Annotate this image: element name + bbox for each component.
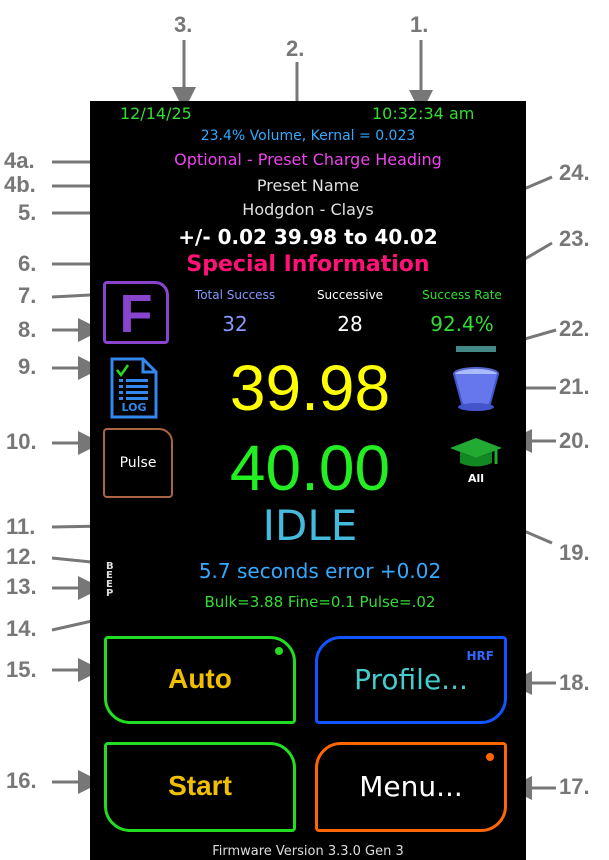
callout-1: 1. (410, 12, 429, 37)
callout-18: 18. (559, 670, 590, 695)
tolerance-range: +/- 0.02 39.98 to 40.02 (178, 225, 438, 249)
profile-button[interactable]: HRF Profile... (315, 636, 507, 724)
callout-22: 22. (559, 316, 590, 341)
callout-23: 23. (559, 226, 590, 251)
current-weight: 39.98 (229, 352, 391, 424)
callout-12: 12. (6, 544, 37, 569)
total-success-label: Total Success (194, 288, 276, 302)
special-information: Special Information (186, 252, 430, 277)
callout-17: 17. (559, 774, 590, 799)
callout-11: 11. (6, 514, 36, 539)
callout-8: 8. (18, 317, 37, 342)
callout-14: 14. (6, 616, 37, 641)
callout-20: 20. (559, 428, 590, 453)
menu-status-dot (486, 753, 494, 761)
state-display: IDLE (262, 501, 358, 550)
auto-button[interactable]: Auto (104, 636, 296, 724)
profile-tag: HRF (466, 649, 494, 663)
trickler-level-bar (456, 346, 496, 352)
filter-f-icon[interactable]: F (103, 281, 169, 344)
cup-icon[interactable] (448, 366, 504, 414)
target-weight: 40.00 (229, 432, 391, 504)
menu-button[interactable]: Menu... (315, 742, 507, 832)
pulse-label: Pulse (119, 455, 157, 471)
preset-name: Preset Name (256, 176, 360, 195)
callout-19: 19. (559, 540, 590, 565)
log-label: LOG (121, 401, 147, 414)
successive-label: Successive (316, 288, 384, 302)
timing-error: 5.7 seconds error +0.02 (198, 559, 442, 583)
callout-21: 21. (559, 374, 590, 399)
date-display: 12/14/25 (120, 104, 192, 123)
menu-label: Menu... (359, 770, 463, 803)
callout-9: 9. (18, 354, 37, 379)
callout-10: 10. (6, 429, 37, 454)
callout-4b: 4b. (4, 172, 36, 197)
auto-status-dot (275, 647, 283, 655)
callout-6: 6. (18, 251, 37, 276)
time-display: 10:32:34 am (372, 104, 475, 123)
total-success-value: 32 (222, 312, 248, 336)
callout-15: 15. (6, 657, 37, 682)
callout-7: 7. (18, 283, 37, 308)
beep-indicator[interactable]: BEEP (106, 562, 116, 599)
start-button[interactable]: Start (104, 742, 296, 832)
callout-5: 5. (18, 200, 37, 225)
profile-label: Profile... (354, 663, 468, 696)
log-icon[interactable]: LOG (109, 356, 159, 420)
auto-label: Auto (168, 663, 232, 694)
feed-params: Bulk=3.88 Fine=0.1 Pulse=.02 (204, 593, 436, 611)
callout-3: 3. (174, 12, 193, 37)
successive-value: 28 (337, 312, 363, 336)
callout-4a: 4a. (4, 148, 35, 173)
callout-2: 2. (286, 36, 305, 61)
pulse-button[interactable]: Pulse (103, 428, 173, 498)
learning-cap-icon[interactable]: All (446, 436, 506, 488)
success-rate-value: 92.4% (430, 312, 494, 336)
callout-16: 16. (6, 768, 37, 793)
learn-all-label: All (467, 472, 485, 485)
callout-13: 13. (6, 574, 37, 599)
start-label: Start (168, 770, 232, 801)
volume-line: 23.4% Volume, Kernal = 0.023 (200, 128, 416, 144)
powder-name: Hodgdon - Clays (242, 200, 374, 219)
success-rate-label: Success Rate (422, 288, 502, 302)
f-letter: F (119, 284, 153, 344)
device-screen: 12/14/25 10:32:34 am 23.4% Volume, Kerna… (90, 101, 526, 860)
preset-heading: Optional - Preset Charge Heading (174, 150, 442, 169)
callout-24: 24. (559, 160, 590, 185)
firmware-version: Firmware Version 3.3.0 Gen 3 (212, 844, 404, 859)
